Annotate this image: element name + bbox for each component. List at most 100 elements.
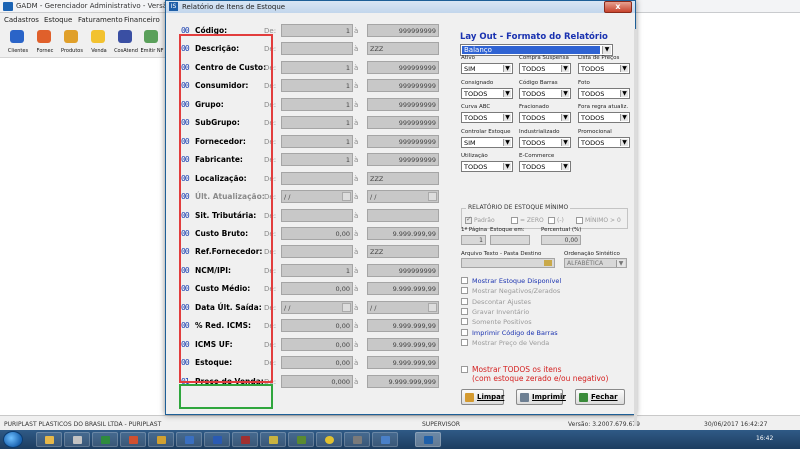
filter-to-input[interactable]: / /	[367, 300, 439, 314]
taskbar-app-6[interactable]	[176, 432, 202, 447]
filter-from-input[interactable]	[281, 208, 353, 222]
taskbar-app-9[interactable]	[260, 432, 286, 447]
option-field-select[interactable]: TODOS ▼	[519, 63, 571, 74]
taskbar-excel[interactable]	[92, 432, 118, 447]
toolbar-emitir-nf-button[interactable]: Emitir NF	[140, 29, 164, 57]
option-field-select[interactable]: TODOS ▼	[519, 161, 571, 172]
taskbar-gadm-active[interactable]	[415, 432, 441, 447]
taskbar-word[interactable]	[204, 432, 230, 447]
toolbar-clientes-button[interactable]: Clientes	[6, 29, 28, 57]
menu-financeiro[interactable]: Financeiro	[124, 16, 160, 24]
filter-to-input[interactable]: ZZZ	[367, 42, 439, 56]
filter-from-input[interactable]	[281, 42, 353, 56]
pagina-input[interactable]: 1	[461, 235, 486, 245]
arquivo-input[interactable]	[461, 258, 555, 268]
filter-to-input[interactable]: 999999999	[367, 79, 439, 93]
taskbar-app-10[interactable]	[288, 432, 314, 447]
filter-to-input[interactable]: 9.999.999,99	[367, 356, 439, 370]
filter-to-input[interactable]: 999999999	[367, 153, 439, 167]
option-checkbox[interactable]	[461, 277, 468, 284]
fechar-button[interactable]: Fechar	[575, 389, 625, 405]
menu-cadastros[interactable]: Cadastros	[4, 16, 39, 24]
taskbar-chrome[interactable]	[316, 432, 342, 447]
toolbar-venda-button[interactable]: Venda	[87, 29, 109, 57]
filter-from-input[interactable]: 0,00	[281, 319, 353, 333]
option-checkbox[interactable]	[461, 287, 468, 295]
option-field-select[interactable]: TODOS ▼	[578, 87, 630, 99]
taskbar-app-13[interactable]	[372, 432, 398, 447]
filter-from-input[interactable]	[281, 245, 353, 259]
start-button[interactable]	[3, 431, 23, 448]
option-field-select[interactable]: TODOS ▼	[461, 161, 513, 172]
dialog-close-button[interactable]: x	[604, 1, 632, 13]
calendar-icon[interactable]	[428, 302, 437, 312]
filter-to-input[interactable]: 999999999	[367, 263, 439, 277]
filter-to-input[interactable]: 9.999.999,99	[367, 337, 439, 351]
option-field-select[interactable]: TODOS ▼	[519, 136, 571, 148]
option-checkbox[interactable]	[461, 328, 468, 336]
taskbar-app-8[interactable]	[232, 432, 258, 447]
filter-to-input[interactable]: 9.999.999,99	[367, 226, 439, 240]
option-checkbox[interactable]	[461, 318, 468, 326]
filter-from-input[interactable]: 0,000	[281, 374, 353, 388]
option-checkbox[interactable]	[461, 297, 468, 305]
filter-from-input[interactable]: 0,00	[281, 356, 353, 370]
filter-from-input[interactable]: 1	[281, 24, 353, 37]
filter-to-input[interactable]	[367, 208, 439, 222]
filter-to-input[interactable]: 9.999.999,999	[367, 374, 439, 388]
toolbar-fornec-button[interactable]: Fornec	[33, 29, 55, 57]
filter-from-input[interactable]: 0,00	[281, 226, 353, 240]
filter-from-input[interactable]: 1	[281, 263, 353, 277]
toolbar-produtos-button[interactable]: Produtos	[60, 29, 83, 57]
taskbar-app-2[interactable]	[64, 432, 90, 447]
percentual-input[interactable]: 0,00	[541, 235, 581, 245]
filter-from-input[interactable]: 1	[281, 116, 353, 130]
filter-to-input[interactable]: ZZZ	[367, 171, 439, 185]
filter-from-input[interactable]: 1	[281, 97, 353, 111]
folder-icon[interactable]	[544, 260, 552, 266]
estoque-em-input[interactable]	[490, 235, 530, 245]
option-field-select[interactable]: TODOS ▼	[461, 87, 513, 99]
option-field-select[interactable]: TODOS ▼	[578, 112, 630, 123]
estoque-minimo-maior-checkbox[interactable]	[576, 217, 583, 224]
imprimir-button[interactable]: Imprimir	[516, 389, 566, 405]
filter-to-input[interactable]: 999999999	[367, 24, 439, 37]
option-field-select[interactable]: TODOS ▼	[519, 87, 571, 99]
filter-to-input[interactable]: 999999999	[367, 134, 439, 148]
menu-faturamento[interactable]: Faturamento	[78, 16, 123, 24]
toolbar-cosatend-button[interactable]: CosAtend	[114, 29, 138, 57]
filter-to-input[interactable]: 999999999	[367, 60, 439, 74]
menu-estoque[interactable]: Estoque	[44, 16, 72, 24]
filter-from-input[interactable]: 1	[281, 79, 353, 93]
option-field-select[interactable]: TODOS ▼	[519, 112, 571, 123]
calendar-icon[interactable]	[342, 192, 351, 202]
estoque-minimo-negativo-checkbox[interactable]	[548, 217, 555, 224]
filter-to-input[interactable]: 999999999	[367, 97, 439, 111]
filter-to-input[interactable]: 9.999.999,99	[367, 282, 439, 296]
filter-from-input[interactable]: / /	[281, 300, 353, 314]
filter-from-input[interactable]: 1	[281, 60, 353, 74]
option-checkbox[interactable]	[461, 307, 468, 315]
option-checkbox[interactable]	[461, 338, 468, 346]
calendar-icon[interactable]	[342, 302, 351, 312]
taskbar-app-5[interactable]	[148, 432, 174, 447]
filter-to-input[interactable]: 999999999	[367, 116, 439, 130]
mostrar-todos-checkbox[interactable]	[461, 366, 468, 373]
filter-from-input[interactable]: 0,00	[281, 337, 353, 351]
taskbar-app-4[interactable]	[120, 432, 146, 447]
taskbar-app-12[interactable]	[344, 432, 370, 447]
filter-from-input[interactable]	[281, 171, 353, 185]
option-field-select[interactable]: TODOS ▼	[461, 112, 513, 123]
filter-to-input[interactable]: ZZZ	[367, 245, 439, 259]
taskbar-explorer[interactable]	[36, 432, 62, 447]
limpar-button[interactable]: Limpar	[461, 389, 504, 405]
ordenacao-select[interactable]: ALFABÉTICA ▼	[564, 258, 627, 268]
filter-from-input[interactable]: 1	[281, 134, 353, 148]
filter-from-input[interactable]: 1	[281, 153, 353, 167]
dialog-titlebar[interactable]: IS Relatório de Itens de Estoque	[166, 1, 635, 13]
estoque-minimo-padrao-checkbox[interactable]	[465, 215, 472, 224]
calendar-icon[interactable]	[428, 192, 437, 202]
filter-to-input[interactable]: 9.999.999,99	[367, 319, 439, 333]
filter-to-input[interactable]: / /	[367, 190, 439, 204]
option-field-select[interactable]: SIM ▼	[461, 63, 513, 74]
